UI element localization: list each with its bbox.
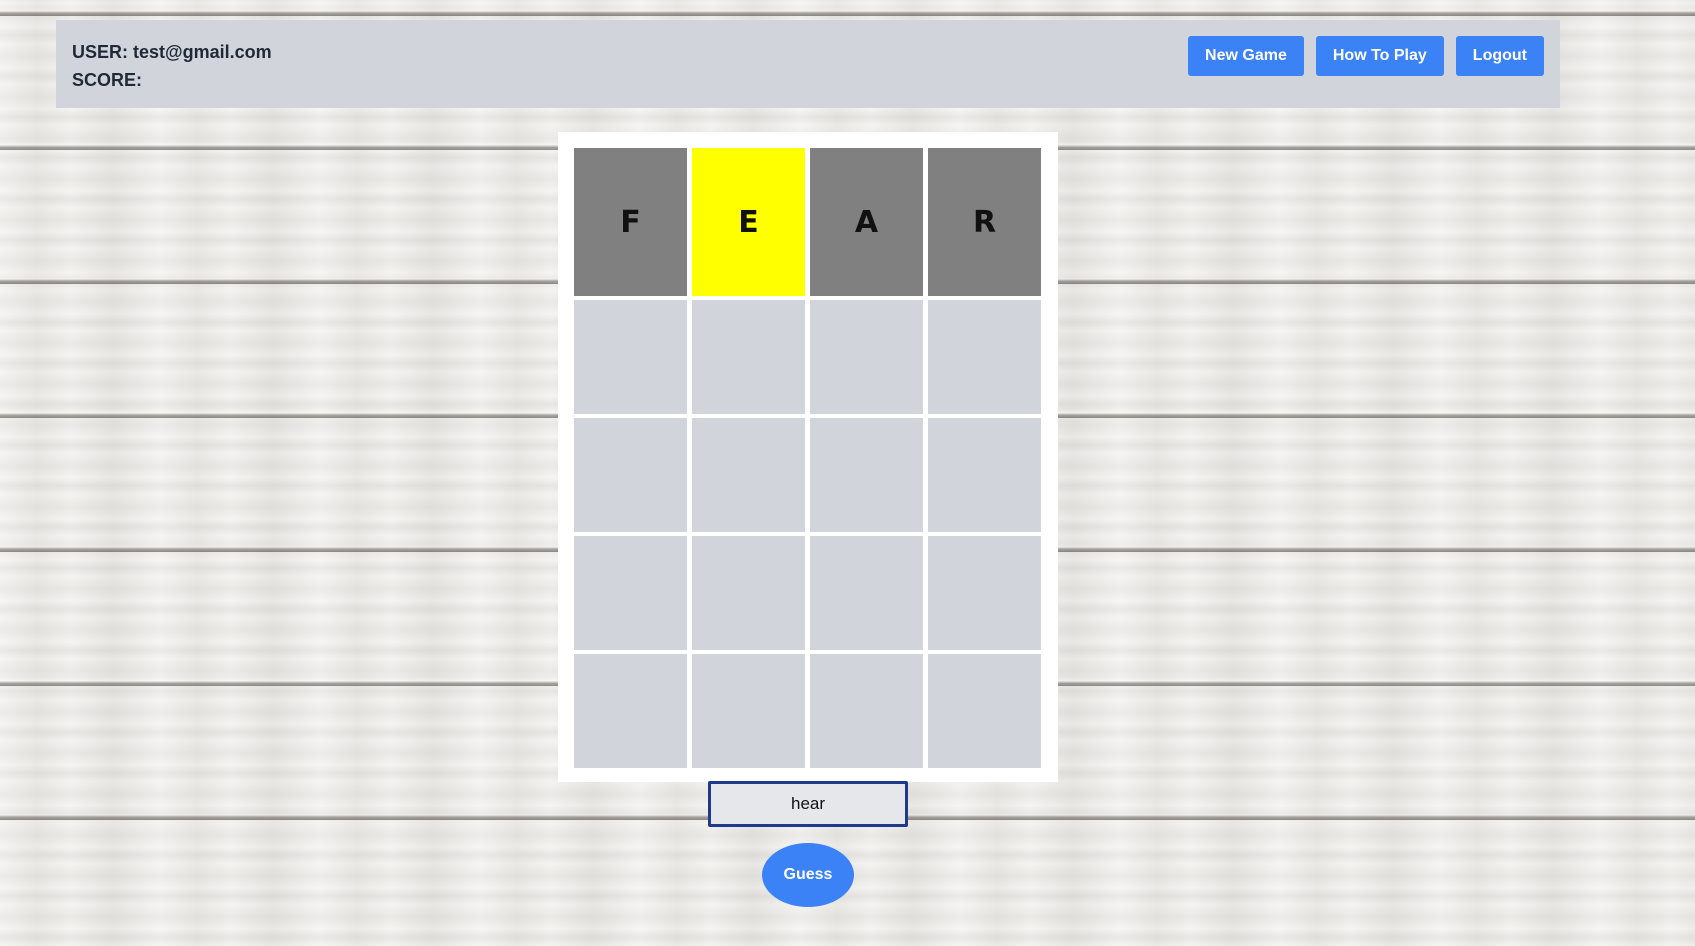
letter-tile	[810, 536, 923, 650]
score-label: SCORE:	[72, 70, 143, 90]
guess-input[interactable]	[708, 781, 908, 827]
letter-tile	[810, 418, 923, 532]
letter-tile	[928, 300, 1041, 414]
user-row: USER: test@gmail.com	[72, 38, 272, 66]
guess-button[interactable]: Guess	[762, 843, 854, 907]
letter-tile	[574, 654, 687, 768]
how-to-play-button[interactable]: How To Play	[1315, 36, 1444, 76]
letter-tile	[692, 654, 805, 768]
user-label: USER:	[72, 42, 129, 62]
new-game-button[interactable]: New Game	[1188, 36, 1304, 76]
letter-tile: F	[574, 148, 687, 296]
game-board: FEAR	[558, 132, 1058, 782]
letter-tile	[574, 300, 687, 414]
user-info: USER: test@gmail.com SCORE:	[72, 38, 272, 94]
top-bar: USER: test@gmail.com SCORE: New Game How…	[56, 20, 1560, 108]
letter-tile	[928, 536, 1041, 650]
letter-grid: FEAR	[574, 148, 1041, 768]
letter-tile	[574, 536, 687, 650]
letter-tile	[692, 418, 805, 532]
letter-tile: E	[692, 148, 805, 296]
user-email: test@gmail.com	[133, 42, 272, 62]
letter-tile	[810, 654, 923, 768]
letter-tile	[928, 418, 1041, 532]
logout-button[interactable]: Logout	[1455, 36, 1544, 76]
letter-tile	[574, 418, 687, 532]
letter-tile: R	[928, 148, 1041, 296]
letter-tile	[692, 536, 805, 650]
letter-tile	[928, 654, 1041, 768]
score-row: SCORE:	[72, 66, 272, 94]
letter-tile	[692, 300, 805, 414]
nav-buttons: New Game How To Play Logout	[1188, 36, 1544, 76]
letter-tile: A	[810, 148, 923, 296]
letter-tile	[810, 300, 923, 414]
